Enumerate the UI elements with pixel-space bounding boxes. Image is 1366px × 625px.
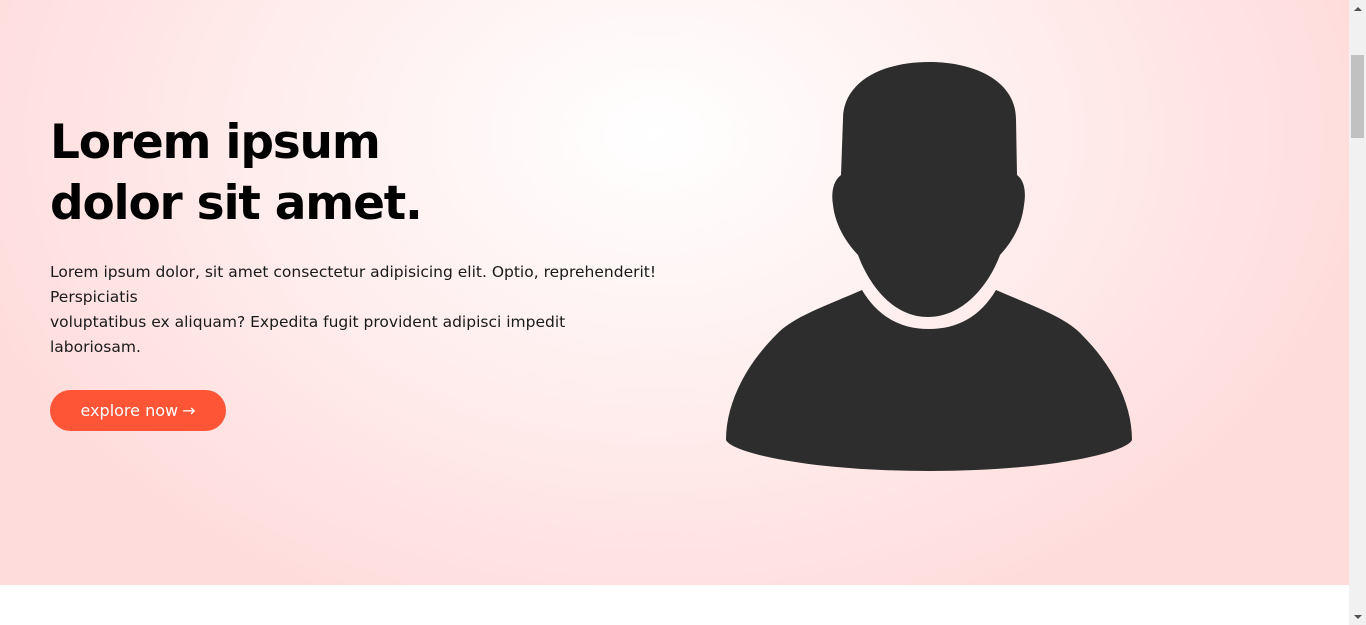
- scrollbar-thumb[interactable]: [1351, 55, 1364, 138]
- page: Lorem ipsum dolor sit amet. Lorem ipsum …: [0, 0, 1366, 625]
- explore-now-label: explore now: [80, 401, 179, 420]
- user-silhouette-icon: [726, 62, 1132, 471]
- hero-title: Lorem ipsum dolor sit amet.: [50, 112, 423, 234]
- hero-description-line-3: voluptatibus ex aliquam? Expedita fugit …: [50, 313, 566, 331]
- hero-description-line-4: laboriosam.: [50, 338, 141, 356]
- hero-description: Lorem ipsum dolor, sit amet consectetur …: [50, 260, 675, 360]
- vertical-scrollbar[interactable]: [1349, 0, 1366, 625]
- hero-section: Lorem ipsum dolor sit amet. Lorem ipsum …: [0, 0, 1349, 585]
- hero-title-line-2: dolor sit amet.: [50, 176, 423, 231]
- hero-description-line-1: Lorem ipsum dolor, sit amet consectetur …: [50, 263, 657, 281]
- scroll-down-arrow-icon[interactable]: [1349, 608, 1366, 625]
- scroll-up-arrow-icon[interactable]: [1349, 0, 1366, 17]
- hero-title-line-1: Lorem ipsum: [50, 115, 381, 170]
- arrow-right-icon: →: [182, 401, 196, 420]
- hero-description-line-2: Perspiciatis: [50, 288, 138, 306]
- explore-now-button[interactable]: explore now →: [50, 390, 226, 431]
